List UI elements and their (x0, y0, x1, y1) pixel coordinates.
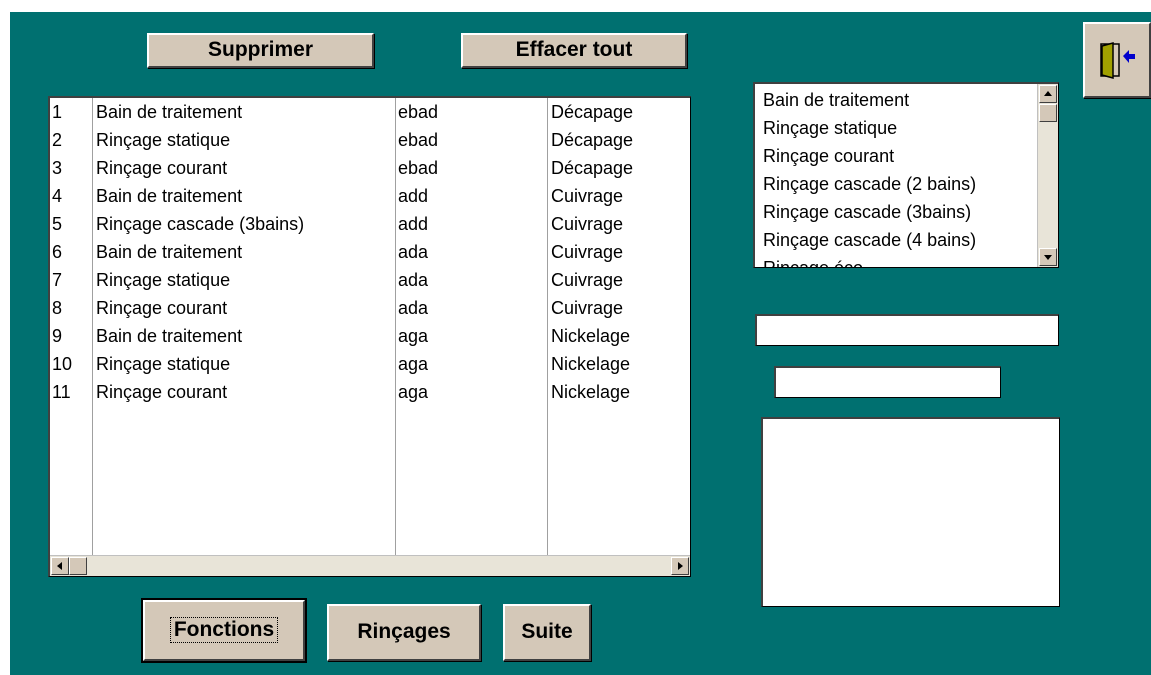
step-operation: Nickelage (551, 326, 631, 346)
delete-button-label: Supprimer (207, 38, 314, 61)
rinse-type-item[interactable]: Rinçage cascade (3bains) (763, 198, 1036, 226)
list-row[interactable]: 11 Rinçage courant aga Nickelage (50, 378, 690, 406)
rinse-type-item[interactable]: Bain de traitement (763, 86, 1036, 114)
row-number: 10 (52, 354, 73, 374)
rinse-type-list[interactable]: Bain de traitement Rinçage statique Rinçag… (753, 82, 1059, 268)
list-row[interactable]: 8 Rinçage courant ada Cuivrage (50, 294, 690, 322)
rinse-type-item[interactable]: Rinçage éco (763, 254, 1036, 267)
step-name: Bain de traitement (96, 102, 243, 122)
step-operation: Décapage (551, 130, 634, 150)
scroll-left-button[interactable] (51, 557, 69, 575)
step-code: ebad (398, 130, 439, 150)
list-row[interactable]: 9 Bain de traitement aga Nickelage (50, 322, 690, 350)
delete-button[interactable]: Supprimer (147, 33, 374, 68)
list-row[interactable]: 3 Rinçage courant ebad Décapage (50, 154, 690, 182)
rinse-type-item[interactable]: Rinçage cascade (2 bains) (763, 170, 1036, 198)
step-name: Bain de traitement (96, 242, 243, 262)
row-number: 2 (52, 130, 63, 150)
step-name: Rinçage courant (96, 382, 228, 402)
step-code: ada (398, 298, 429, 318)
rinses-button[interactable]: Rinçages (327, 604, 481, 661)
step-operation: Cuivrage (551, 186, 624, 206)
step-code: add (398, 214, 429, 234)
row-number: 5 (52, 214, 63, 234)
step-code: ada (398, 242, 429, 262)
row-number: 11 (52, 382, 71, 402)
text-field-1[interactable] (755, 314, 1059, 346)
step-operation: Décapage (551, 158, 634, 178)
text-field-2[interactable] (774, 366, 1001, 398)
scroll-up-button[interactable] (1039, 85, 1057, 103)
step-name: Rinçage statique (96, 270, 231, 290)
form-background: Supprimer Effacer tout 1 Bain de traiteme… (10, 12, 1151, 675)
arrow-right-icon (678, 562, 683, 570)
list-row[interactable]: 7 Rinçage statique ada Cuivrage (50, 266, 690, 294)
step-operation: Cuivrage (551, 270, 624, 290)
step-code: ebad (398, 102, 439, 122)
clear-all-button-label: Effacer tout (515, 38, 633, 61)
step-operation: Nickelage (551, 382, 631, 402)
step-name: Rinçage statique (96, 354, 231, 374)
rinse-type-item[interactable]: Rinçage cascade (4 bains) (763, 226, 1036, 254)
functions-button-label: Fonctions (169, 617, 279, 643)
functions-button[interactable]: Fonctions (141, 598, 307, 663)
row-number: 8 (52, 298, 63, 318)
step-operation: Décapage (551, 102, 634, 122)
horizontal-scrollbar[interactable] (50, 555, 690, 576)
list-row[interactable]: 5 Rinçage cascade (3bains) add Cuivrage (50, 210, 690, 238)
step-operation: Cuivrage (551, 242, 624, 262)
step-operation: Nickelage (551, 354, 631, 374)
step-code: aga (398, 326, 429, 346)
list-row[interactable]: 6 Bain de traitement ada Cuivrage (50, 238, 690, 266)
list-row[interactable]: 2 Rinçage statique ebad Décapage (50, 126, 690, 154)
step-operation: Cuivrage (551, 298, 624, 318)
row-number: 7 (52, 270, 63, 290)
step-name: Rinçage statique (96, 130, 231, 150)
process-steps-list[interactable]: 1 Bain de traitement ebad Décapage 2 Rinçage … (48, 96, 691, 577)
step-name: Rinçage courant (96, 298, 228, 318)
step-name: Bain de traitement (96, 326, 243, 346)
rinse-type-item[interactable]: Rinçage courant (763, 142, 1036, 170)
row-number: 1 (52, 102, 63, 122)
step-name: Rinçage cascade (3bains) (96, 214, 305, 234)
exit-button[interactable] (1083, 22, 1151, 98)
scroll-down-button[interactable] (1039, 248, 1057, 266)
horizontal-scroll-thumb[interactable] (69, 557, 87, 575)
scroll-right-button[interactable] (671, 557, 689, 575)
list-row[interactable]: 10 Rinçage statique aga Nickelage (50, 350, 690, 378)
rinses-button-label: Rinçages (357, 620, 451, 643)
list-row[interactable]: 1 Bain de traitement ebad Décapage (50, 98, 690, 126)
step-code: ebad (398, 158, 439, 178)
step-code: add (398, 186, 429, 206)
step-code: aga (398, 382, 429, 402)
step-name: Bain de traitement (96, 186, 243, 206)
next-button[interactable]: Suite (503, 604, 591, 661)
arrow-up-icon (1044, 91, 1052, 96)
step-code: aga (398, 354, 429, 374)
step-code: ada (398, 270, 429, 290)
row-number: 9 (52, 326, 63, 346)
vertical-scroll-thumb[interactable] (1039, 104, 1057, 122)
rinse-type-item[interactable]: Rinçage statique (763, 114, 1036, 142)
row-number: 6 (52, 242, 63, 262)
arrow-left-icon (57, 562, 62, 570)
list-row[interactable]: 4 Bain de traitement add Cuivrage (50, 182, 690, 210)
step-name: Rinçage courant (96, 158, 228, 178)
next-button-label: Suite (521, 620, 573, 643)
row-number: 3 (52, 158, 63, 178)
vertical-scrollbar[interactable] (1037, 84, 1058, 267)
step-operation: Cuivrage (551, 214, 624, 234)
memo-box[interactable] (761, 417, 1060, 607)
clear-all-button[interactable]: Effacer tout (461, 33, 687, 68)
row-number: 4 (52, 186, 63, 206)
arrow-down-icon (1044, 255, 1052, 260)
door-exit-icon (1100, 42, 1135, 79)
